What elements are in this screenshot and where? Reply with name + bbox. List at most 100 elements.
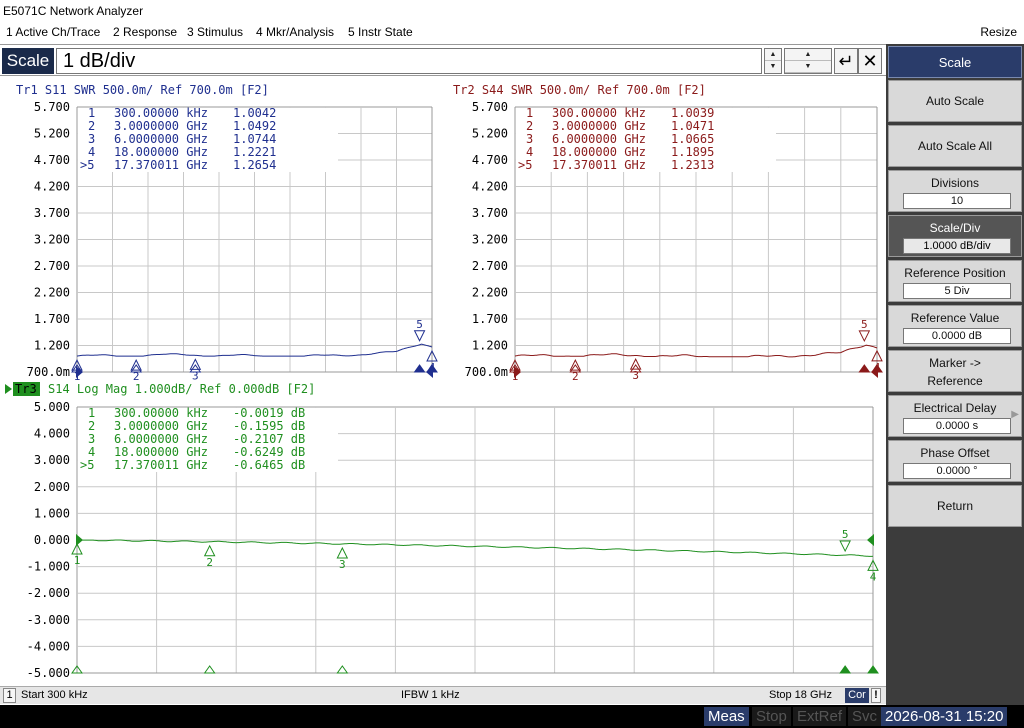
status-bar: 1 Start 300 kHz IFBW 1 kHz Stop 18 GHz C… [0, 686, 886, 704]
stop-indicator: Stop [752, 707, 791, 726]
menu-response[interactable]: 2 Response [113, 22, 177, 43]
y-tick-label: 5.700 [34, 100, 70, 114]
reference-position-value: 5 Div [903, 283, 1011, 299]
electrical-delay-value: 0.0000 s [903, 418, 1011, 434]
phase-offset-value: 0.0000 ° [903, 463, 1011, 479]
spin-down-icon[interactable]: ▼ [785, 61, 831, 73]
stop-freq[interactable]: Stop 18 GHz [769, 687, 832, 704]
marker-label: 1 [74, 554, 81, 567]
electrical-delay-button[interactable]: Electrical Delay 0.0000 s ▶ [888, 395, 1022, 437]
marker-index: 4 [88, 445, 95, 459]
marker-label: 3 [632, 369, 639, 382]
auto-scale-button[interactable]: Auto Scale [888, 80, 1022, 122]
step-spinner[interactable]: ▲ ▼ [764, 48, 782, 74]
y-tick-label: 2.700 [34, 259, 70, 273]
instrument-status-bar: Meas Stop ExtRef Svc 2026-08-31 15:20 [0, 705, 1024, 728]
marker-index: 2 [88, 419, 95, 433]
marker-frequency: 3.0000000 GHz [114, 119, 208, 133]
softkey-panel: Scale Auto Scale Auto Scale All Division… [886, 44, 1024, 705]
marker-frequency: 3.0000000 GHz [114, 419, 208, 433]
y-tick-label: -3.000 [27, 613, 70, 627]
return-button[interactable]: Return [888, 485, 1022, 527]
resize-button[interactable]: Resize [980, 22, 1017, 43]
spin-up-icon[interactable]: ▲ [785, 49, 831, 61]
menu-stimulus[interactable]: 3 Stimulus [187, 22, 243, 43]
submenu-arrow-icon: ▶ [1011, 409, 1019, 420]
window-title: E5071C Network Analyzer [0, 0, 1024, 22]
channel-number[interactable]: 1 [3, 688, 16, 703]
tr2-header[interactable]: Tr2 S44 SWR 500.0m/ Ref 700.0m [F2] [453, 83, 706, 97]
marker-frequency: 18.000000 GHz [114, 145, 208, 159]
menu-mkr-analysis[interactable]: 4 Mkr/Analysis [256, 22, 334, 43]
scale-div-button[interactable]: Scale/Div 1.0000 dB/div [888, 215, 1022, 257]
entry-value-field[interactable]: 1 dB/div [56, 48, 762, 74]
marker-label: 5 [861, 318, 868, 331]
marker-value: 1.0039 [671, 106, 714, 120]
marker-label: 4 [870, 570, 877, 583]
reference-position-button[interactable]: Reference Position 5 Div [888, 260, 1022, 302]
tr3-tag-label[interactable]: Tr3 [15, 382, 37, 396]
y-tick-label: 4.700 [472, 153, 508, 167]
y-tick-label: 3.200 [34, 233, 70, 247]
y-tick-label: 5.200 [472, 127, 508, 141]
y-tick-label: 3.700 [34, 206, 70, 220]
marker-to-reference-button[interactable]: Marker -> Reference [888, 350, 1022, 392]
marker-frequency: 6.0000000 GHz [552, 132, 646, 146]
marker-value: 1.2313 [671, 158, 714, 172]
y-tick-label: 2.200 [34, 286, 70, 300]
y-tick-label: 3.700 [472, 206, 508, 220]
y-tick-label: 0.000 [34, 533, 70, 547]
entry-label: Scale [2, 48, 54, 74]
y-tick-label: 700.0m [27, 365, 70, 379]
reference-value-value: 0.0000 dB [903, 328, 1011, 344]
step-down-icon[interactable]: ▼ [765, 61, 781, 73]
marker-value: 1.2654 [233, 158, 276, 172]
marker-value: 1.0665 [671, 132, 714, 146]
marker-index: 3 [526, 132, 533, 146]
marker-frequency: 300.00000 kHz [552, 106, 646, 120]
menu-instr-state[interactable]: 5 Instr State [348, 22, 413, 43]
marker-frequency: 18.000000 GHz [114, 445, 208, 459]
tr3-header[interactable]: S14 Log Mag 1.000dB/ Ref 0.000dB [F2] [48, 382, 315, 396]
y-tick-label: 4.200 [34, 180, 70, 194]
marker-frequency: 17.370011 GHz [552, 158, 646, 172]
step-up-icon[interactable]: ▲ [765, 49, 781, 61]
marker-index: 1 [526, 106, 533, 120]
marker-frequency: 17.370011 GHz [114, 158, 208, 172]
marker-value: -0.2107 dB [233, 432, 305, 446]
marker-value: 1.0042 [233, 106, 276, 120]
y-tick-label: 1.700 [472, 312, 508, 326]
marker-index: 1 [88, 106, 95, 120]
marker-index: 2 [88, 119, 95, 133]
entry-bar: Scale 1 dB/div ▲ ▼ ▲ ▼ ↵ ✕ [0, 44, 886, 76]
phase-offset-button[interactable]: Phase Offset 0.0000 ° [888, 440, 1022, 482]
close-icon[interactable]: ✕ [858, 48, 882, 74]
marker-value: 1.0471 [671, 119, 714, 133]
menu-bar: 1 Active Ch/Trace 2 Response 3 Stimulus … [0, 22, 1024, 43]
correction-badge: Cor [845, 688, 869, 703]
tr1-header[interactable]: Tr1 S11 SWR 500.0m/ Ref 700.0m [F2] [16, 83, 269, 97]
ifbw[interactable]: IFBW 1 kHz [401, 687, 460, 704]
auto-scale-all-button[interactable]: Auto Scale All [888, 125, 1022, 167]
y-tick-label: 5.000 [34, 400, 70, 414]
marker-value: -0.0019 dB [233, 406, 305, 420]
divisions-button[interactable]: Divisions 10 [888, 170, 1022, 212]
y-tick-label: 4.200 [472, 180, 508, 194]
enter-icon[interactable]: ↵ [834, 48, 858, 74]
y-tick-label: 1.000 [34, 506, 70, 520]
menu-active-ch-trace[interactable]: 1 Active Ch/Trace [6, 22, 100, 43]
scale-div-value: 1.0000 dB/div [903, 238, 1011, 254]
y-tick-label: 1.700 [34, 312, 70, 326]
y-tick-label: 4.700 [34, 153, 70, 167]
marker-frequency: 6.0000000 GHz [114, 432, 208, 446]
value-spinner[interactable]: ▲ ▼ [784, 48, 832, 74]
start-freq[interactable]: Start 300 kHz [21, 687, 88, 704]
marker-value: -0.6465 dB [233, 458, 305, 472]
y-tick-label: 2.200 [472, 286, 508, 300]
marker-value: 1.2221 [233, 145, 276, 159]
marker-index: 4 [88, 145, 95, 159]
marker-index: 4 [526, 145, 533, 159]
reference-value-button[interactable]: Reference Value 0.0000 dB [888, 305, 1022, 347]
marker-value: 1.0492 [233, 119, 276, 133]
marker-label: 5 [416, 318, 423, 331]
